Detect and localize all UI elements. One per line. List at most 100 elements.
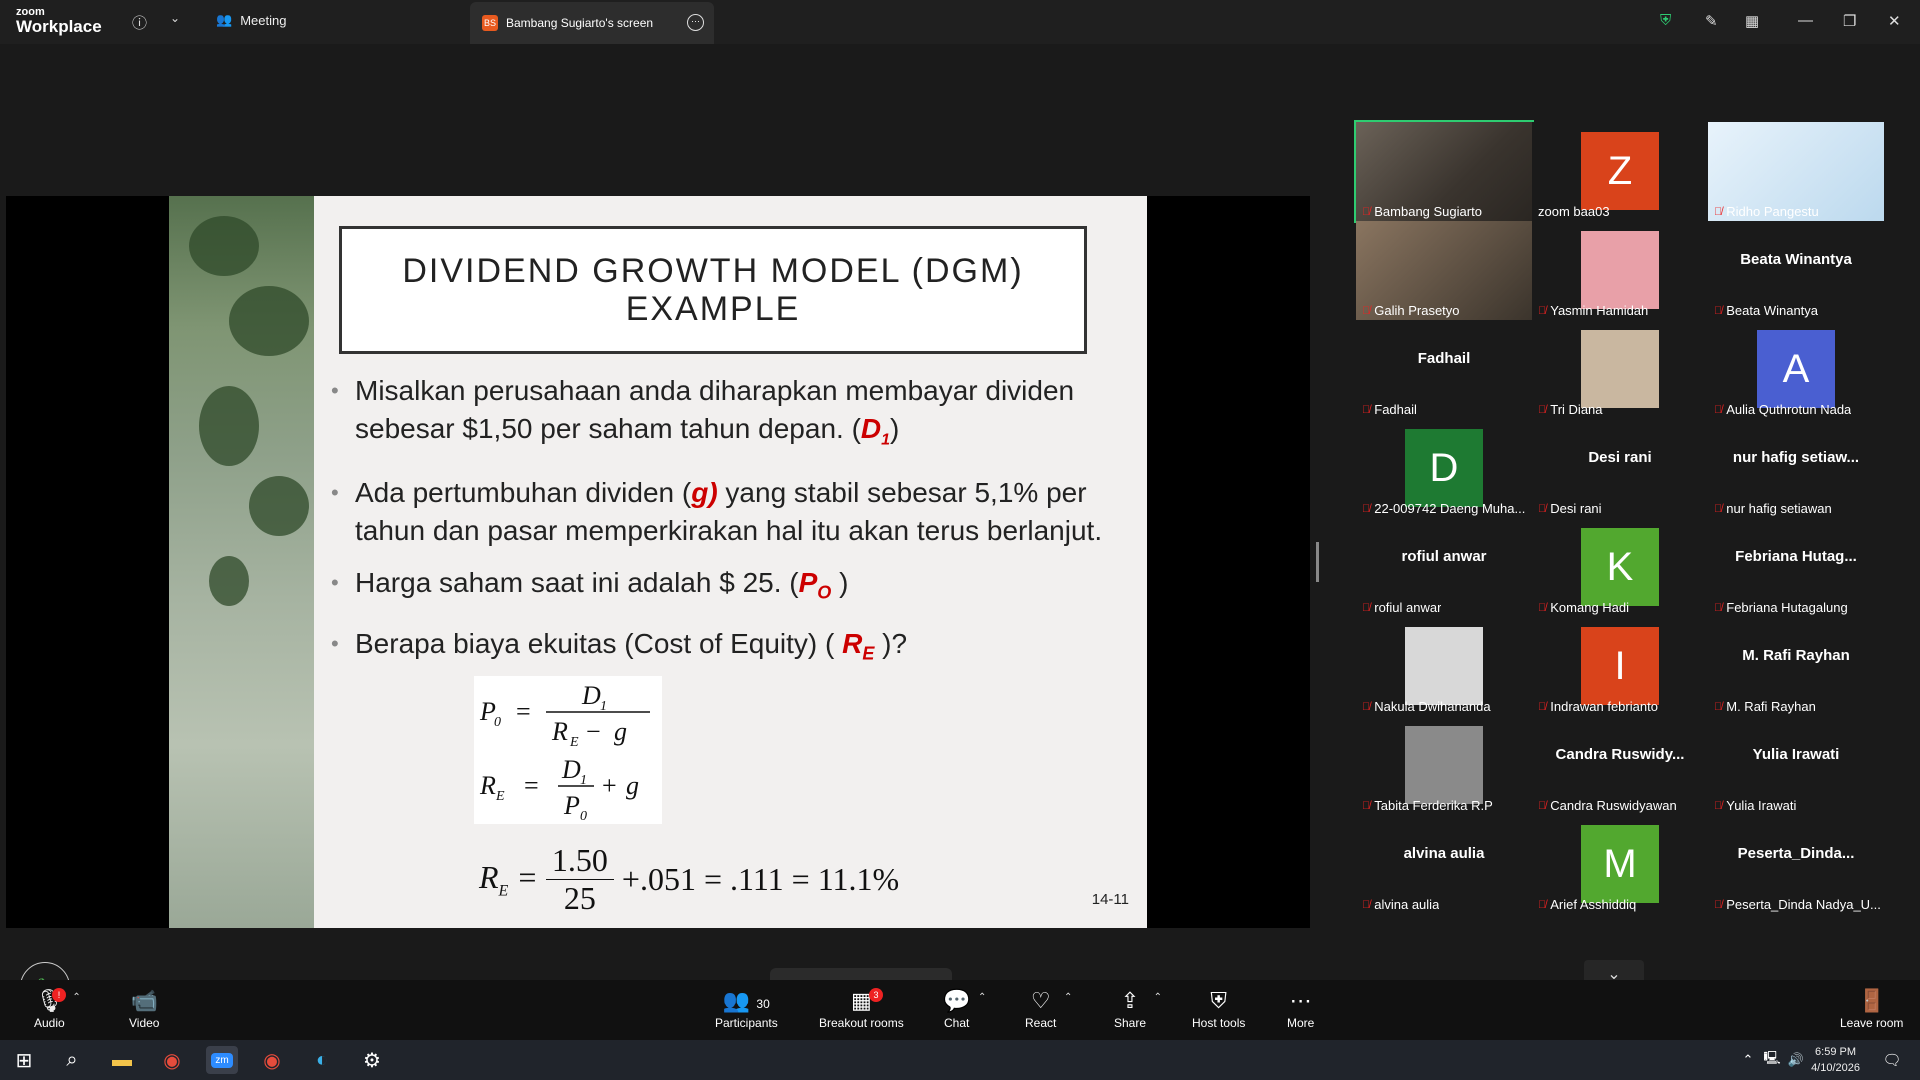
participant-tile[interactable]: 🎙̸ Yasmin Hamidah xyxy=(1532,221,1708,320)
participant-display-name: Beata Winantya xyxy=(1740,251,1852,268)
participant-tile[interactable]: A 🎙̸ Aulia Quthrotun Nada xyxy=(1708,320,1884,419)
participant-tile[interactable]: Febriana Hutag... 🎙̸ Febriana Hutagalung xyxy=(1708,518,1884,617)
participant-name-label: 🎙̸ Candra Ruswidyawan xyxy=(1538,798,1677,813)
host-tools-label: Host tools xyxy=(1192,1016,1246,1030)
leave-label: Leave room xyxy=(1840,1016,1904,1030)
bullet-subscript: O xyxy=(817,582,832,603)
muted-mic-icon: 🎙̸ xyxy=(1538,700,1547,713)
muted-mic-icon: 🎙̸ xyxy=(1362,898,1371,911)
sharer-avatar-icon: BS xyxy=(482,15,498,31)
slide-title: DIVIDEND GROWTH MODEL (DGM) EXAMPLE xyxy=(339,226,1087,354)
windows-start-icon[interactable]: ⊞ xyxy=(8,1046,40,1074)
chat-caret-icon[interactable]: ⌃ xyxy=(978,992,986,1003)
tab-shared-screen[interactable]: BS Bambang Sugiarto's screen ··· xyxy=(470,2,714,44)
breakout-badge: 3 xyxy=(869,988,883,1002)
formula-image: P0 = D1 RE − g RE = D1 P0 + g xyxy=(474,676,662,824)
participant-name: Febriana Hutagalung xyxy=(1726,600,1848,615)
react-icon: ♡ xyxy=(1030,988,1051,1013)
windows-taskbar: ⊞ ⌕ ▬ ◉ zm ◉ ◐ ⚙ ⌃ 🖳 🔊 6:59 PM 4/10/2026… xyxy=(0,1040,1920,1080)
search-icon[interactable]: ⌕ xyxy=(56,1046,88,1074)
close-icon[interactable]: ✕ xyxy=(1888,12,1901,30)
tab-meeting[interactable]: 👥 Meeting xyxy=(216,12,286,28)
participant-tile[interactable]: 🎙̸ Bambang Sugiarto xyxy=(1354,120,1534,223)
participant-tile[interactable]: 🎙̸ Nakula Dwihananda xyxy=(1356,617,1532,716)
host-tools-button[interactable]: ⛨ Host tools xyxy=(1192,988,1245,1030)
panel-splitter-handle[interactable] xyxy=(1316,542,1319,582)
participant-tile[interactable]: alvina aulia 🎙̸ alvina aulia xyxy=(1356,815,1532,914)
participant-name: Yasmin Hamidah xyxy=(1550,303,1649,318)
participant-tile[interactable]: Peserta_Dinda... 🎙̸ Peserta_Dinda Nadya_U.… xyxy=(1708,815,1884,914)
participant-name-label: zoom baa03 xyxy=(1538,204,1610,219)
share-caret-icon[interactable]: ⌃ xyxy=(1154,992,1162,1003)
info-icon[interactable]: ⓘ xyxy=(132,12,147,33)
notifications-icon[interactable]: 🗨 xyxy=(1876,1046,1908,1074)
bullet-text-after: ) xyxy=(831,566,849,598)
zoom-app-icon[interactable]: zm xyxy=(206,1046,238,1074)
participant-tile[interactable]: Yulia Irawati 🎙̸ Yulia Irawati xyxy=(1708,716,1884,815)
chrome-profile-icon[interactable]: ◉ xyxy=(256,1046,288,1074)
svg-text:D: D xyxy=(581,681,601,710)
participant-name-label: 🎙̸ Tri Diana xyxy=(1538,402,1603,417)
security-shield-icon[interactable]: ⛨ xyxy=(1660,12,1671,29)
leave-room-button[interactable]: 🚪 Leave room xyxy=(1840,988,1903,1030)
svg-text:+: + xyxy=(602,771,617,800)
minimize-icon[interactable]: — xyxy=(1798,12,1813,29)
settings-gear-icon[interactable]: ⚙ xyxy=(356,1046,388,1074)
more-options-icon[interactable]: ··· xyxy=(687,14,704,31)
participant-name: Beata Winantya xyxy=(1726,303,1819,318)
share-button[interactable]: ⇪ Share ⌃ xyxy=(1114,988,1162,1030)
participant-tile[interactable]: rofiul anwar 🎙̸ rofiul anwar xyxy=(1356,518,1532,617)
participant-tile[interactable]: K 🎙̸ Komang Hadi xyxy=(1532,518,1708,617)
participant-tile[interactable]: Zzoom baa03 xyxy=(1532,122,1708,221)
svg-text:=: = xyxy=(516,697,531,726)
bullet-variable: P xyxy=(798,566,818,598)
participant-tile[interactable]: 🎙̸ Tri Diana xyxy=(1532,320,1708,419)
participant-name-label: 🎙̸ Komang Hadi xyxy=(1538,600,1629,615)
breakout-rooms-button[interactable]: ▦ 3 Breakout rooms xyxy=(819,988,904,1030)
audio-button[interactable]: 🎙 ! Audio ⌃ xyxy=(34,988,81,1030)
participant-name-label: 🎙̸ Fadhail xyxy=(1362,402,1417,417)
react-button[interactable]: ♡ React ⌃ xyxy=(1025,988,1072,1030)
participants-button[interactable]: 👥 30 Participants xyxy=(715,988,778,1030)
participant-tile[interactable]: 🎙̸ Ridho Pangestu xyxy=(1708,122,1884,221)
participant-tile[interactable]: 🎙̸ Galih Prasetyo xyxy=(1356,221,1532,320)
participant-tile[interactable]: D 🎙̸ 22-009742 Daeng Muha... xyxy=(1356,419,1532,518)
participant-tile[interactable]: M. Rafi Rayhan 🎙̸ M. Rafi Rayhan xyxy=(1708,617,1884,716)
audio-caret-icon[interactable]: ⌃ xyxy=(72,992,80,1003)
svg-text:R: R xyxy=(551,717,568,746)
muted-mic-icon: 🎙̸ xyxy=(1362,304,1371,317)
participant-display-name: nur hafig setiaw... xyxy=(1732,449,1860,466)
clock[interactable]: 6:59 PM 4/10/2026 xyxy=(1811,1044,1860,1076)
chevron-down-icon[interactable]: ⌄ xyxy=(170,11,180,25)
participant-tile[interactable]: nur hafig setiaw... 🎙̸ nur hafig setiawan xyxy=(1708,419,1884,518)
participant-name-label: 🎙̸ Bambang Sugiarto xyxy=(1362,204,1482,219)
chat-button[interactable]: 💬 Chat ⌃ xyxy=(943,988,986,1030)
view-layout-icon[interactable]: ▦ xyxy=(1745,12,1759,30)
participant-tile[interactable]: I 🎙̸ Indrawan febrianto xyxy=(1532,617,1708,716)
muted-mic-icon: 🎙̸ xyxy=(1714,304,1723,317)
participant-tile[interactable]: M 🎙̸ Arief Asshiddiq xyxy=(1532,815,1708,914)
edge-icon[interactable]: ◐ xyxy=(306,1046,338,1074)
restore-icon[interactable]: ❐ xyxy=(1843,12,1856,30)
muted-mic-icon: 🎙̸ xyxy=(1714,601,1723,614)
chrome-icon[interactable]: ◉ xyxy=(156,1046,188,1074)
participant-name: Desi rani xyxy=(1550,501,1602,516)
participant-tile[interactable]: 🎙̸ Tabita Ferderika R.P xyxy=(1356,716,1532,815)
meeting-tab-label: Meeting xyxy=(240,12,287,28)
participant-tile[interactable]: Beata Winantya 🎙̸ Beata Winantya xyxy=(1708,221,1884,320)
participant-name: Fadhail xyxy=(1374,402,1417,417)
participant-tile[interactable]: Fadhail 🎙̸ Fadhail xyxy=(1356,320,1532,419)
zoom-logo: zoom Workplace xyxy=(16,7,102,36)
video-button[interactable]: 📹 Video xyxy=(129,988,159,1030)
slide-decorative-photo xyxy=(169,196,314,928)
annotate-pen-icon[interactable]: ✎ xyxy=(1705,12,1718,30)
more-button[interactable]: ⋯ More xyxy=(1287,988,1314,1030)
volume-icon[interactable]: 🔊 xyxy=(1780,1046,1812,1074)
participant-tile[interactable]: Desi rani 🎙̸ Desi rani xyxy=(1532,419,1708,518)
file-explorer-icon[interactable]: ▬ xyxy=(106,1046,138,1074)
participant-name-label: 🎙̸ Yulia Irawati xyxy=(1714,798,1796,813)
bullet-subscript: E xyxy=(862,643,875,664)
participant-name: Tabita Ferderika R.P xyxy=(1374,798,1493,813)
react-caret-icon[interactable]: ⌃ xyxy=(1064,992,1072,1003)
participant-tile[interactable]: Candra Ruswidy... 🎙̸ Candra Ruswidyawan xyxy=(1532,716,1708,815)
